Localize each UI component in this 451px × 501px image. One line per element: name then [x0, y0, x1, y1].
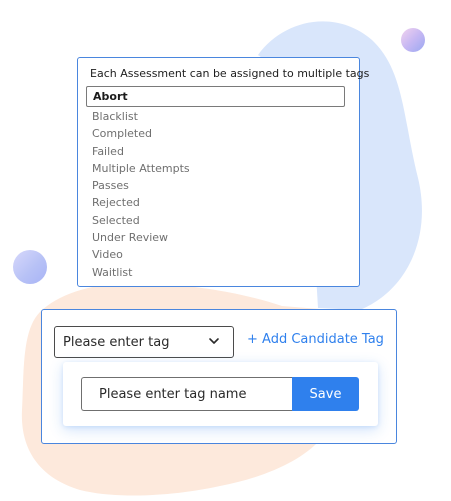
- tag-option-blacklist[interactable]: Blacklist: [86, 108, 345, 125]
- tag-option-rejected[interactable]: Rejected: [86, 194, 345, 211]
- tag-option-multiple-attempts[interactable]: Multiple Attempts: [86, 160, 345, 177]
- tag-option-passes[interactable]: Passes: [86, 177, 345, 194]
- tags-panel-title: Each Assessment can be assigned to multi…: [90, 67, 370, 80]
- tag-option-video[interactable]: Video: [86, 246, 345, 263]
- tag-select-dropdown[interactable]: Please enter tag: [54, 326, 234, 358]
- large-gradient-dot: [13, 250, 47, 284]
- tag-option-waitlist[interactable]: Waitlist: [86, 264, 345, 281]
- tags-list-card: Each Assessment can be assigned to multi…: [77, 57, 369, 287]
- add-candidate-tag-link[interactable]: + Add Candidate Tag: [247, 332, 384, 347]
- chevron-down-icon: [209, 338, 219, 344]
- small-gradient-dot: [401, 28, 425, 52]
- tag-option-under-review[interactable]: Under Review: [86, 229, 345, 246]
- tag-listbox[interactable]: Abort Blacklist Completed Failed Multipl…: [86, 86, 345, 281]
- tag-option-failed[interactable]: Failed: [86, 143, 345, 160]
- tag-name-input[interactable]: [81, 377, 293, 411]
- tag-option-completed[interactable]: Completed: [86, 125, 345, 142]
- save-button[interactable]: Save: [292, 377, 359, 411]
- tag-option-selected[interactable]: Selected: [86, 212, 345, 229]
- new-tag-popup: Save: [63, 362, 378, 426]
- tag-option-abort[interactable]: Abort: [86, 86, 345, 107]
- candidate-tag-card: Please enter tag + Add Candidate Tag Sav…: [41, 309, 397, 444]
- tag-select-value: Please enter tag: [63, 335, 170, 350]
